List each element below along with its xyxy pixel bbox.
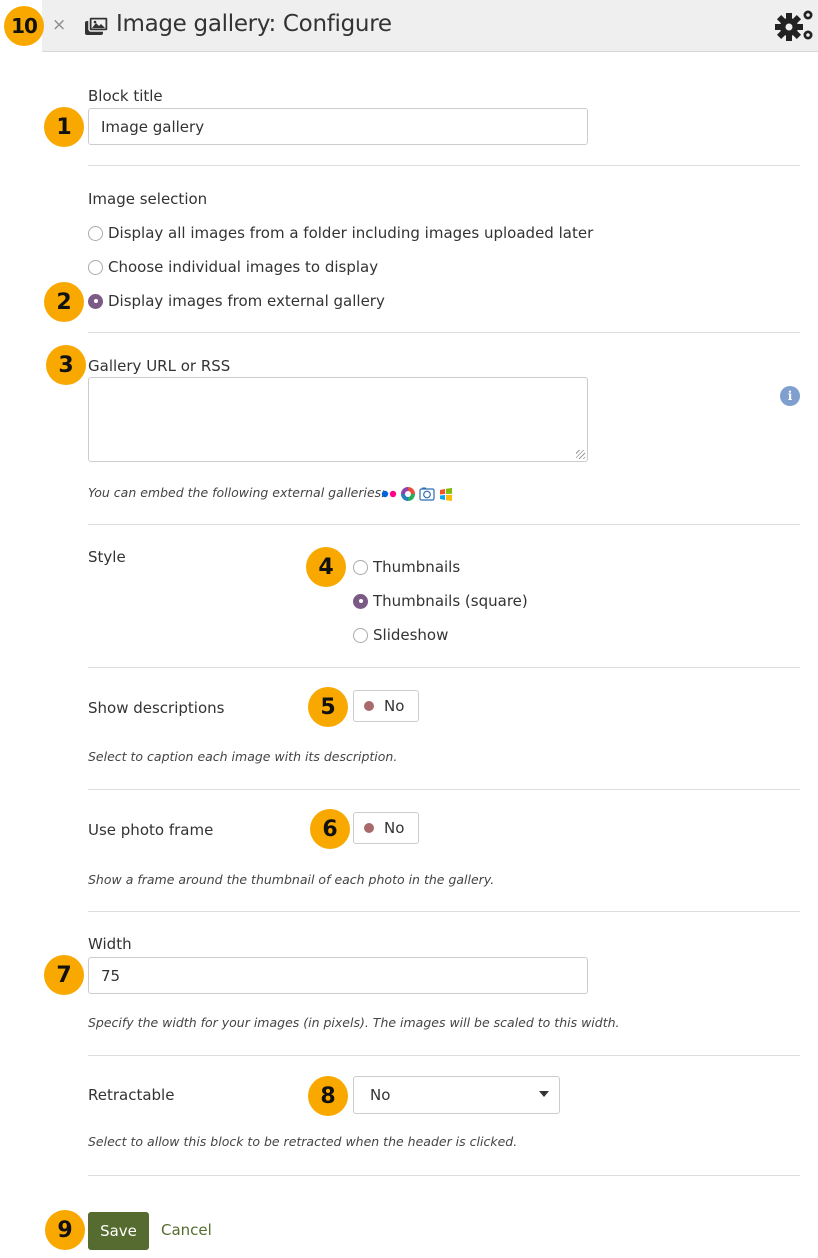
photo-frame-toggle[interactable]: No xyxy=(353,812,419,844)
block-title-label: Block title xyxy=(88,87,163,105)
resize-handle[interactable] xyxy=(576,450,585,459)
divider xyxy=(88,789,800,790)
image-gallery-icon xyxy=(85,16,109,35)
radio-label: Thumbnails (square) xyxy=(373,592,528,610)
style-option-thumbnails[interactable]: Thumbnails xyxy=(353,558,460,576)
callout-9: 9 xyxy=(45,1210,85,1250)
radio-label: Display all images from a folder includi… xyxy=(108,224,594,242)
callout-7: 7 xyxy=(44,955,84,995)
callout-3: 3 xyxy=(46,345,86,385)
photo-frame-hint: Show a frame around the thumbnail of eac… xyxy=(88,872,495,887)
gallery-url-textarea[interactable] xyxy=(88,377,588,462)
radio-button-checked[interactable] xyxy=(88,293,103,309)
external-gallery-icons xyxy=(381,486,454,502)
callout-2: 2 xyxy=(44,282,84,322)
width-label: Width xyxy=(88,935,132,953)
configure-gears-icon[interactable] xyxy=(772,6,816,44)
retractable-select[interactable]: No xyxy=(353,1076,560,1114)
radio-button[interactable] xyxy=(88,225,103,241)
toggle-indicator xyxy=(364,823,374,833)
radio-button-checked[interactable] xyxy=(353,593,368,609)
divider xyxy=(88,1175,800,1176)
cancel-link[interactable]: Cancel xyxy=(161,1221,212,1239)
picasa-icon xyxy=(401,487,415,501)
radio-label: Thumbnails xyxy=(373,558,461,576)
callout-1: 1 xyxy=(44,107,84,147)
close-icon[interactable]: × xyxy=(52,15,66,35)
width-hint: Specify the width for your images (in pi… xyxy=(88,1015,620,1030)
info-icon[interactable]: i xyxy=(780,386,800,406)
photo-frame-label: Use photo frame xyxy=(88,821,214,839)
divider xyxy=(88,667,800,668)
divider xyxy=(88,165,800,166)
callout-8: 8 xyxy=(308,1076,348,1116)
style-option-slideshow[interactable]: Slideshow xyxy=(353,626,448,644)
chevron-down-icon xyxy=(539,1091,549,1097)
callout-4: 4 xyxy=(306,547,346,587)
width-input[interactable]: 75 xyxy=(88,957,588,994)
block-title-input[interactable]: Image gallery xyxy=(88,108,588,145)
save-button[interactable]: Save xyxy=(88,1212,149,1250)
divider xyxy=(88,332,800,333)
photobucket-icon xyxy=(419,487,435,501)
retractable-label: Retractable xyxy=(88,1086,175,1104)
radio-button[interactable] xyxy=(88,259,103,275)
callout-10: 10 xyxy=(4,6,44,46)
radio-label: Choose individual images to display xyxy=(108,258,379,276)
radio-label: Slideshow xyxy=(373,626,449,644)
style-label: Style xyxy=(88,548,126,566)
gallery-url-hint: You can embed the following external gal… xyxy=(88,485,386,500)
style-option-thumbnails-square[interactable]: Thumbnails (square) xyxy=(353,592,528,610)
divider xyxy=(88,1055,800,1056)
image-selection-label: Image selection xyxy=(88,190,208,208)
callout-6: 6 xyxy=(310,809,350,849)
toggle-value: No xyxy=(384,697,405,715)
retractable-hint: Select to allow this block to be retract… xyxy=(88,1134,518,1149)
toggle-value: No xyxy=(384,819,405,837)
page-title: Image gallery: Configure xyxy=(116,11,392,37)
select-value: No xyxy=(370,1086,391,1104)
callout-5: 5 xyxy=(308,687,348,727)
radio-button[interactable] xyxy=(353,559,368,575)
toggle-indicator xyxy=(364,701,374,711)
image-selection-option-external[interactable]: Display images from external gallery xyxy=(88,292,385,310)
image-selection-option-folder[interactable]: Display all images from a folder includi… xyxy=(88,224,593,242)
show-descriptions-toggle[interactable]: No xyxy=(353,690,419,722)
divider xyxy=(88,911,800,912)
flickr-icon xyxy=(381,490,397,498)
divider xyxy=(88,524,800,525)
windows-live-icon xyxy=(440,487,452,501)
show-descriptions-label: Show descriptions xyxy=(88,699,225,717)
radio-button[interactable] xyxy=(353,627,368,643)
show-descriptions-hint: Select to caption each image with its de… xyxy=(88,749,398,764)
radio-label: Display images from external gallery xyxy=(108,292,385,310)
image-selection-option-individual[interactable]: Choose individual images to display xyxy=(88,258,378,276)
gallery-url-label: Gallery URL or RSS xyxy=(88,357,231,375)
